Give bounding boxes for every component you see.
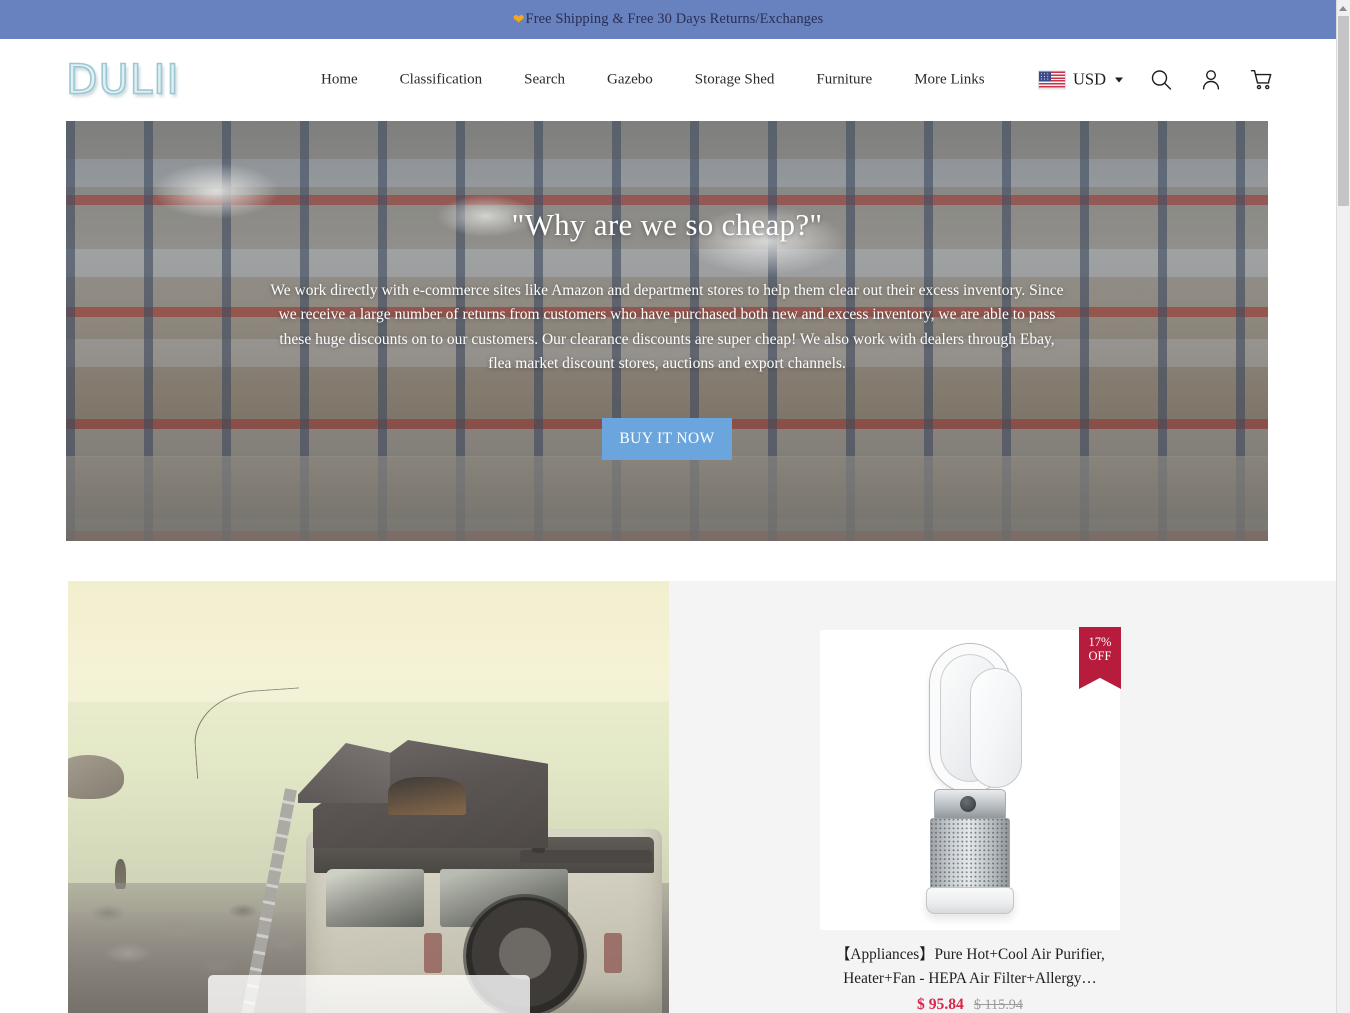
taillight-left [424, 933, 442, 973]
nav-item-furniture[interactable]: Furniture [795, 65, 893, 94]
user-account-icon[interactable] [1199, 68, 1223, 92]
nav-item-more-links[interactable]: More Links [893, 65, 1005, 94]
nav-item-classification[interactable]: Classification [379, 65, 504, 94]
orange-heart-icon: ❤ [512, 12, 525, 28]
nav-item-gazebo[interactable]: Gazebo [586, 65, 674, 94]
taillight-right [604, 933, 622, 973]
scroll-up-arrow-icon[interactable] [1337, 1, 1349, 15]
chevron-down-icon [1115, 77, 1123, 82]
announcement-text: ❤Free Shipping & Free 30 Days Returns/Ex… [513, 11, 824, 29]
currency-label: USD [1072, 69, 1106, 89]
nav-item-home[interactable]: Home [300, 65, 379, 94]
page-scrollbar[interactable] [1336, 0, 1350, 1013]
site-logo[interactable]: DULII [65, 58, 180, 101]
discount-suffix: OFF [1088, 649, 1112, 663]
suv-side-window [326, 869, 424, 927]
discount-percent: 17% [1088, 635, 1112, 649]
currency-selector[interactable]: USD [1037, 69, 1123, 90]
promo-image[interactable] [68, 581, 669, 1013]
lower-section: 17% OFF 【Appliances】Pure Hot+Cool Air Pu… [0, 581, 1336, 1013]
shopping-cart-icon[interactable] [1249, 67, 1274, 92]
main-navigation: Home Classification Search Gazebo Storag… [300, 65, 1006, 94]
nav-item-search[interactable]: Search [503, 65, 586, 94]
hero-banner: "Why are we so cheap?" We work directly … [66, 121, 1268, 541]
purifier-control-button [960, 796, 976, 812]
product-price-original: $ 115.94 [973, 997, 1023, 1013]
hero-title: "Why are we so cheap?" [511, 207, 823, 242]
announcement-bar: ❤Free Shipping & Free 30 Days Returns/Ex… [0, 0, 1336, 39]
nav-item-storage-shed[interactable]: Storage Shed [674, 65, 796, 94]
product-card[interactable]: 17% OFF 【Appliances】Pure Hot+Cool Air Pu… [819, 627, 1121, 1013]
product-image[interactable]: 17% OFF [820, 627, 1121, 930]
hero-description: We work directly with e-commerce sites l… [270, 282, 1064, 372]
product-panel: 17% OFF 【Appliances】Pure Hot+Cool Air Pu… [669, 581, 1336, 1013]
scrollbar-thumb[interactable] [1338, 16, 1349, 206]
header-actions: USD [1037, 67, 1274, 92]
search-icon[interactable] [1149, 68, 1173, 92]
air-purifier-illustration [914, 644, 1026, 916]
product-price-current: $ 95.84 [917, 996, 964, 1013]
site-header: DULII Home Classification Search Gazebo … [0, 39, 1336, 120]
product-title[interactable]: 【Appliances】Pure Hot+Cool Air Purifier, … [819, 943, 1121, 991]
announcement-label: Free Shipping & Free 30 Days Returns/Exc… [525, 10, 824, 27]
buy-it-now-button[interactable]: BUY IT NOW [602, 418, 732, 461]
discount-badge: 17% OFF [1079, 627, 1121, 689]
us-flag-icon [1037, 70, 1066, 89]
promo-overlay-box [208, 975, 530, 1013]
tent-window [388, 777, 466, 815]
product-price-row: $ 95.84 $ 115.94 [917, 996, 1023, 1013]
hero-content: "Why are we so cheap?" We work directly … [66, 121, 1268, 541]
page-root: ❤Free Shipping & Free 30 Days Returns/Ex… [0, 0, 1350, 1013]
